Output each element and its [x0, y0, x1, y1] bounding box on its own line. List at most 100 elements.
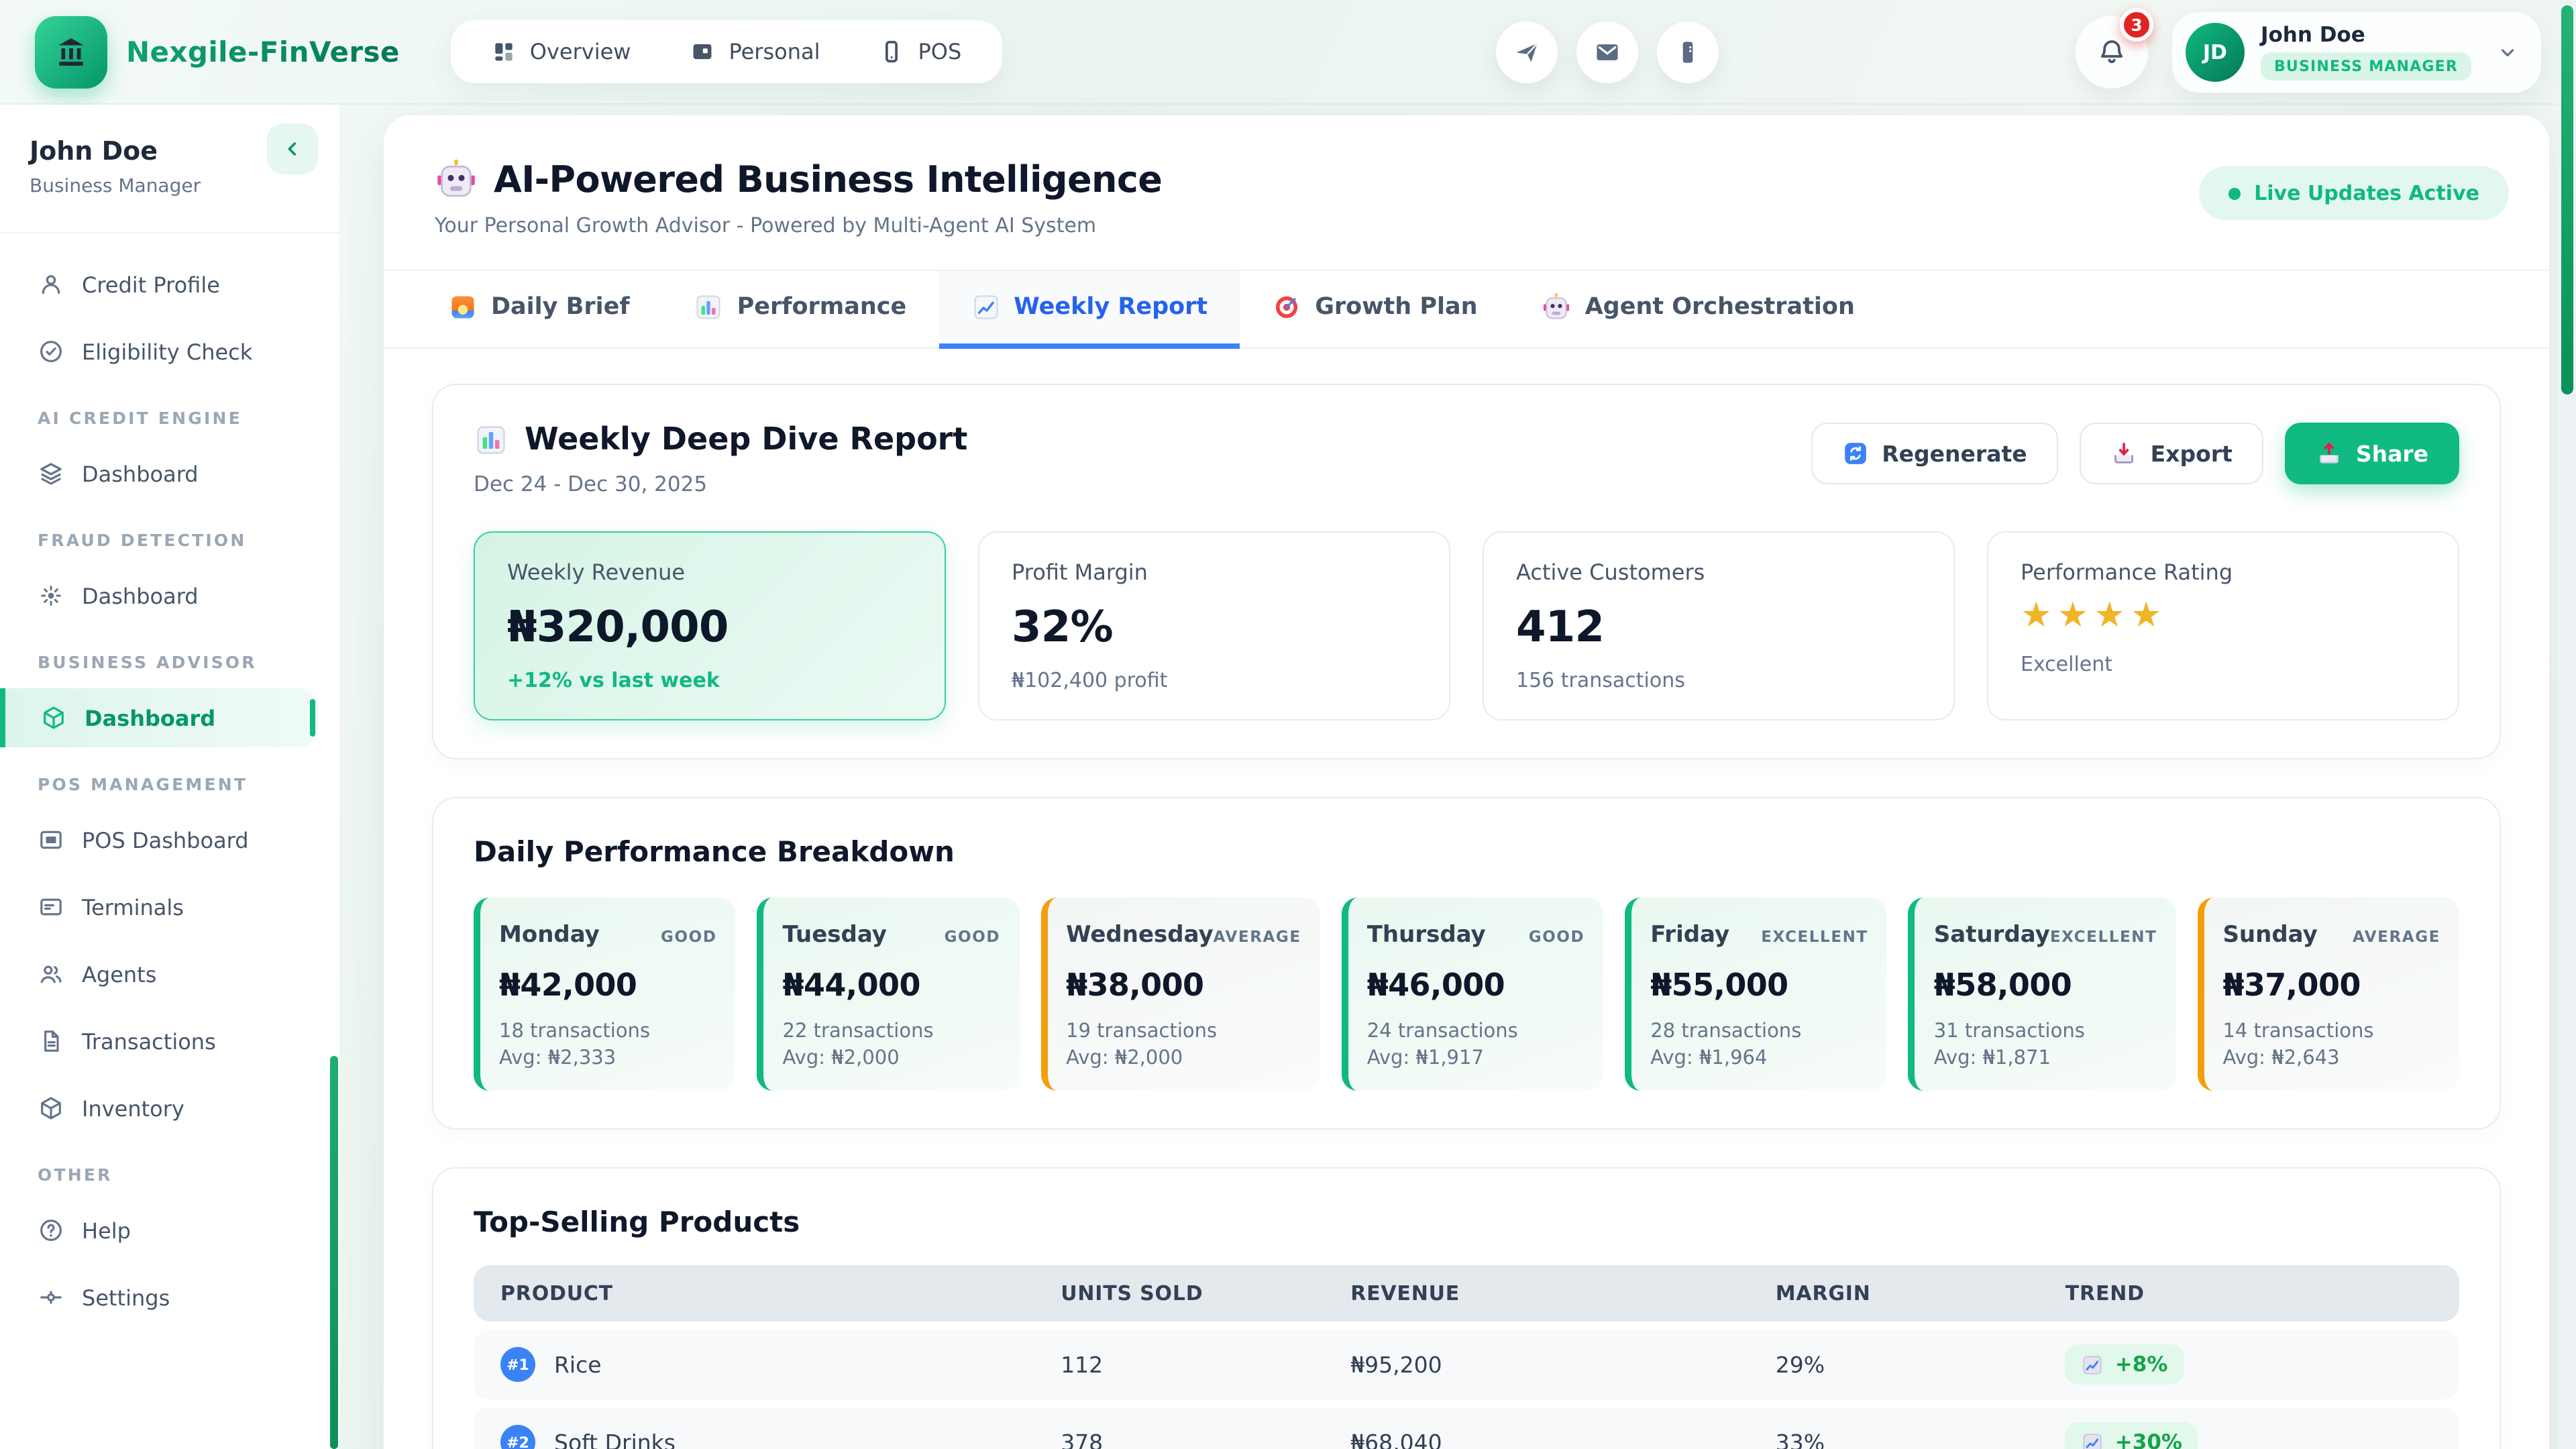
sidebar-item-label: Credit Profile: [82, 272, 220, 297]
sidebar-item-eligibility-check[interactable]: Eligibility Check: [21, 322, 318, 381]
tab-agent-orchestration[interactable]: Agent Orchestration: [1510, 271, 1887, 349]
day-transactions: 24 transactions: [1367, 1021, 1585, 1042]
regenerate-label: Regenerate: [1882, 441, 2027, 466]
mobile-button[interactable]: [1656, 21, 1718, 83]
top-nav-pos[interactable]: POS: [879, 39, 961, 64]
day-tile-sunday: SundayAVERAGE ₦37,000 14 transactions Av…: [2197, 898, 2459, 1091]
sidebar-profile: John Doe Business Manager: [0, 105, 339, 233]
metric-weekly-revenue: Weekly Revenue ₦320,000 +12% vs last wee…: [474, 531, 946, 720]
share-button[interactable]: Share: [2285, 423, 2459, 484]
user-role-badge: BUSINESS MANAGER: [2261, 52, 2471, 80]
sidebar-item-credit-profile[interactable]: Credit Profile: [21, 255, 318, 314]
metric-value: ₦320,000: [507, 601, 912, 652]
sidebar-section-fraud-detection: FRAUD DETECTION: [38, 530, 318, 550]
chevron-left-icon: [282, 138, 303, 160]
page-subtitle: Your Personal Growth Advisor - Powered b…: [435, 213, 2498, 237]
mobile-icon: [879, 39, 904, 64]
day-name: Tuesday: [783, 922, 887, 949]
user-menu[interactable]: JD John Doe BUSINESS MANAGER: [2172, 11, 2541, 92]
metric-value: 412: [1516, 601, 1921, 652]
day-tile-friday: FridayEXCELLENT ₦55,000 28 transactions …: [1625, 898, 1887, 1091]
sidebar-item-label: Terminals: [82, 894, 184, 920]
day-status: EXCELLENT: [2050, 927, 2157, 946]
table-row-rice[interactable]: #1 Rice 112 ₦95,200 29%: [474, 1330, 2459, 1399]
tab-label: Agent Orchestration: [1585, 294, 1855, 321]
report-date-range: Dec 24 - Dec 30, 2025: [474, 472, 967, 496]
live-updates-badge: Live Updates Active: [2199, 166, 2509, 220]
send-button[interactable]: [1495, 21, 1557, 83]
chart-up-icon: [2082, 1431, 2104, 1449]
day-status: GOOD: [661, 927, 717, 946]
notifications-button[interactable]: 3: [2076, 15, 2148, 88]
tab-weekly-report[interactable]: Weekly Report: [938, 271, 1240, 349]
day-name: Thursday: [1367, 922, 1486, 949]
live-dot-icon: [2229, 187, 2241, 199]
top-nav-overview[interactable]: Overview: [491, 39, 631, 64]
revenue: ₦95,200: [1350, 1352, 1776, 1377]
sidebar-section-pos-management: POS MANAGEMENT: [38, 774, 318, 794]
metric-active-customers: Active Customers 412 156 transactions: [1483, 531, 1955, 720]
top-nav-personal[interactable]: Personal: [690, 39, 820, 64]
margin: 33%: [1776, 1430, 2065, 1449]
app-logo[interactable]: [35, 15, 107, 88]
sidebar-item-inventory[interactable]: Inventory: [21, 1079, 318, 1138]
products-table: PRODUCT UNITS SOLD REVENUE MARGIN TREND …: [474, 1265, 2459, 1449]
top-products-card: Top-Selling Products PRODUCT UNITS SOLD …: [432, 1167, 2501, 1449]
sidebar-item-agents[interactable]: Agents: [21, 945, 318, 1004]
box-icon: [38, 1095, 64, 1122]
mail-button[interactable]: [1576, 21, 1638, 83]
top-bar: Nexgile-FinVerse Overview Personal: [0, 0, 2576, 105]
live-updates-label: Live Updates Active: [2254, 181, 2479, 205]
bell-icon: [2096, 36, 2128, 68]
sunrise-icon: [448, 292, 478, 322]
sidebar-item-fraud-dashboard[interactable]: Dashboard: [21, 566, 318, 625]
top-nav-label: Personal: [729, 39, 820, 64]
target-icon: [1272, 292, 1301, 322]
sidebar-item-pos-dashboard[interactable]: POS Dashboard: [21, 810, 318, 869]
sidebar-item-business-dashboard[interactable]: Dashboard: [0, 688, 318, 747]
export-button[interactable]: Export: [2080, 423, 2263, 484]
sidebar-collapse-button[interactable]: [267, 123, 318, 174]
metric-value: 32%: [1012, 601, 1417, 652]
window-scrollbar-thumb[interactable]: [2561, 5, 2573, 394]
main-panel: AI-Powered Business Intelligence Your Pe…: [384, 115, 2549, 1449]
sidebar-item-terminals[interactable]: Terminals: [21, 877, 318, 936]
day-status: AVERAGE: [2353, 927, 2440, 946]
send-icon: [1511, 37, 1541, 66]
products-table-header: PRODUCT UNITS SOLD REVENUE MARGIN TREND: [474, 1265, 2459, 1322]
sidebar-item-settings[interactable]: Settings: [21, 1268, 318, 1327]
robot-icon: [435, 158, 478, 201]
day-revenue: ₦44,000: [783, 969, 1001, 1004]
metric-label: Weekly Revenue: [507, 559, 912, 585]
day-status: AVERAGE: [1214, 927, 1301, 946]
metric-profit-margin: Profit Margin 32% ₦102,400 profit: [978, 531, 1450, 720]
units-sold: 378: [1061, 1430, 1350, 1449]
tab-growth-plan[interactable]: Growth Plan: [1240, 271, 1509, 349]
tab-performance[interactable]: Performance: [662, 271, 939, 349]
avatar: JD: [2186, 22, 2245, 81]
sidebar-item-label: Transactions: [82, 1028, 216, 1054]
sidebar-item-transactions[interactable]: Transactions: [21, 1012, 318, 1071]
day-status: EXCELLENT: [1761, 927, 1868, 946]
sidebar-scrollbar[interactable]: [330, 1056, 338, 1449]
users-icon: [38, 961, 64, 987]
day-average: Avg: ₦1,917: [1367, 1048, 1585, 1069]
sidebar-item-credit-dashboard[interactable]: Dashboard: [21, 444, 318, 503]
regenerate-button[interactable]: Regenerate: [1811, 423, 2057, 484]
sidebar-item-label: Eligibility Check: [82, 339, 252, 364]
sidebar-section-business-advisor: BUSINESS ADVISOR: [38, 652, 318, 672]
daily-breakdown-card: Daily Performance Breakdown MondayGOOD ₦…: [432, 797, 2501, 1130]
day-name: Friday: [1650, 922, 1729, 949]
table-row-soft-drinks[interactable]: #2 Soft Drinks 378 ₦68,040 33%: [474, 1407, 2459, 1449]
tab-label: Performance: [737, 294, 907, 321]
metric-performance-rating: Performance Rating ★★★★ Excellent: [1987, 531, 2459, 720]
chart-up-icon: [2082, 1353, 2104, 1376]
tab-daily-brief[interactable]: Daily Brief: [416, 271, 662, 349]
metric-sub: Excellent: [2021, 652, 2426, 676]
sidebar-item-help[interactable]: Help: [21, 1201, 318, 1260]
user-name: John Doe: [2261, 23, 2471, 47]
day-status: GOOD: [1529, 927, 1585, 946]
sidebar-nav: Credit Profile Eligibility Check AI CRED…: [0, 233, 339, 1327]
window-scrollbar-track[interactable]: [2559, 0, 2576, 1449]
bar-chart-icon: [694, 292, 724, 322]
